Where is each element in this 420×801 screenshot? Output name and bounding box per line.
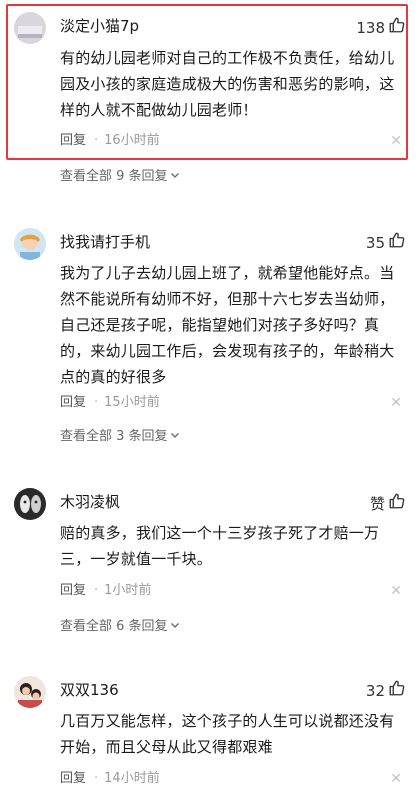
see-all-replies[interactable]: 查看全部 3 条回复 bbox=[60, 428, 180, 446]
like-button[interactable]: 32 bbox=[366, 679, 406, 702]
username[interactable]: 木羽凌枫 bbox=[60, 492, 120, 512]
username[interactable]: 双双136 bbox=[60, 680, 119, 700]
comment-meta: 回复 · 1小时前 ✕ bbox=[60, 582, 402, 600]
comment-text: 有的幼儿园老师对自己的工作极不负责任，给幼儿园及小孩的家庭造成极大的伤害和恶劣的… bbox=[60, 49, 395, 119]
thumbs-up-icon bbox=[388, 231, 406, 254]
like-button[interactable]: 138 bbox=[356, 16, 406, 39]
comment-text: 几百万又能怎样，这个孩子的人生可以说都还没有开始，而且父母从此又得都艰难 bbox=[60, 712, 395, 756]
comment-meta: 回复 · 16小时前 ✕ bbox=[60, 132, 402, 150]
see-all-replies[interactable]: 查看全部 9 条回复 bbox=[60, 168, 180, 186]
see-all-label: 查看全部 9 条回复 bbox=[60, 169, 168, 184]
like-button[interactable]: 赞 bbox=[370, 492, 406, 515]
close-icon[interactable]: ✕ bbox=[390, 132, 402, 150]
separator-dot: · bbox=[94, 395, 99, 410]
avatar[interactable] bbox=[14, 228, 46, 260]
timestamp: 1小时前 bbox=[104, 583, 152, 598]
close-icon[interactable]: ✕ bbox=[390, 394, 402, 412]
comment-meta: 回复 · 14小时前 ✕ bbox=[60, 770, 402, 788]
like-count: 32 bbox=[365, 681, 385, 700]
reply-button[interactable]: 回复 bbox=[60, 394, 86, 412]
like-count: 35 bbox=[365, 233, 385, 252]
username[interactable]: 找我请打手机 bbox=[60, 232, 150, 252]
chevron-down-icon bbox=[170, 428, 180, 446]
timestamp: 15小时前 bbox=[104, 395, 160, 410]
reply-button[interactable]: 回复 bbox=[60, 770, 86, 788]
avatar[interactable] bbox=[14, 488, 46, 520]
comment-text: 我为了儿子去幼儿园上班了，就希望他能好点。当然不能说所有幼师不好，但那十六七岁去… bbox=[60, 264, 395, 386]
chevron-down-icon bbox=[170, 168, 180, 186]
see-all-label: 查看全部 6 条回复 bbox=[60, 619, 168, 634]
like-count: 赞 bbox=[369, 494, 385, 513]
thumbs-up-icon bbox=[388, 679, 406, 702]
close-icon[interactable]: ✕ bbox=[390, 770, 402, 788]
thumbs-up-icon bbox=[388, 16, 406, 39]
separator-dot: · bbox=[94, 133, 99, 148]
timestamp: 14小时前 bbox=[104, 771, 160, 786]
like-count: 138 bbox=[356, 18, 385, 37]
chevron-down-icon bbox=[170, 618, 180, 636]
see-all-replies[interactable]: 查看全部 6 条回复 bbox=[60, 618, 180, 636]
reply-button[interactable]: 回复 bbox=[60, 582, 86, 600]
close-icon[interactable]: ✕ bbox=[390, 582, 402, 600]
avatar[interactable] bbox=[14, 676, 46, 708]
separator-dot: · bbox=[94, 583, 99, 598]
comment-meta: 回复 · 15小时前 ✕ bbox=[60, 394, 402, 412]
avatar[interactable] bbox=[14, 12, 46, 44]
thumbs-up-icon bbox=[388, 492, 406, 515]
reply-button[interactable]: 回复 bbox=[60, 132, 86, 150]
separator-dot: · bbox=[94, 771, 99, 786]
see-all-label: 查看全部 3 条回复 bbox=[60, 429, 168, 444]
timestamp: 16小时前 bbox=[104, 133, 160, 148]
like-button[interactable]: 35 bbox=[366, 231, 406, 254]
username[interactable]: 淡定小猫7p bbox=[60, 16, 139, 36]
comment-text: 赔的真多，我们这一个十三岁孩子死了才赔一万三，一岁就值一千块。 bbox=[60, 524, 380, 568]
